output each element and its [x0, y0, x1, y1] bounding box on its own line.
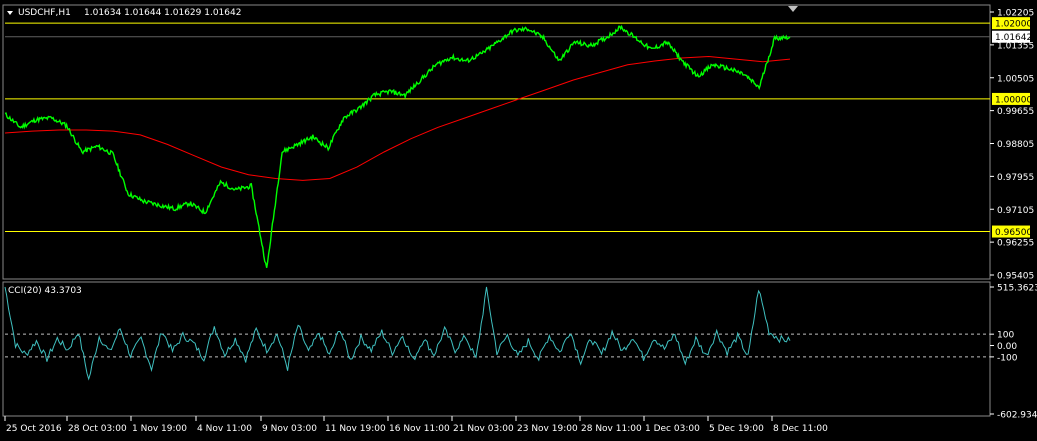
price-level-tag-label: 0.96500 — [995, 228, 1032, 238]
price-level-tag-label: 1.02000 — [995, 20, 1032, 30]
x-axis-tick-label: 28 Oct 03:00 — [68, 424, 127, 434]
chart: USDCHF,H1 1.01634 1.01644 1.01629 1.0164… — [0, 0, 1037, 441]
price-axis-tick-label: 1.01355 — [997, 41, 1034, 51]
x-axis-tick-label: 4 Nov 11:00 — [197, 424, 252, 434]
x-axis-tick-label: 9 Nov 03:00 — [262, 424, 317, 434]
price-axis-tick-label: 0.97955 — [997, 173, 1034, 183]
price-axis-tick-label: 0.97105 — [997, 206, 1034, 216]
x-axis-tick-label: 11 Nov 19:00 — [325, 424, 386, 434]
x-axis-tick-label: 25 Oct 2016 — [6, 424, 62, 434]
cci-axis-tick-label: -602.9342 — [997, 411, 1037, 421]
price-axis-tick-label: 1.00505 — [997, 74, 1034, 84]
price-axis-tick-label: 0.99655 — [997, 107, 1034, 117]
cci-label: CCI(20) 43.3703 — [8, 286, 82, 296]
cci-axis-tick-label: -100 — [997, 353, 1018, 363]
cci-axis-tick-label: 100 — [997, 331, 1014, 341]
cci-axis-tick-label: 515.3623 — [997, 284, 1037, 294]
x-axis-tick-label: 5 Dec 19:00 — [709, 424, 764, 434]
x-axis-tick-label: 1 Dec 03:00 — [645, 424, 700, 434]
price-axis-tick-label: 1.02205 — [997, 9, 1034, 19]
price-axis-tick-label: 0.95405 — [997, 272, 1034, 282]
x-axis-tick-label: 23 Nov 19:00 — [517, 424, 578, 434]
x-axis-tick-label: 21 Nov 03:00 — [453, 424, 514, 434]
x-axis-tick-label: 8 Dec 11:00 — [773, 424, 828, 434]
x-axis-tick-label: 28 Nov 11:00 — [581, 424, 642, 434]
price-level-tag-label: 1.00000 — [995, 95, 1032, 105]
ohlc-label: 1.01634 1.01644 1.01629 1.01642 — [84, 8, 241, 18]
chart-background — [0, 0, 1037, 441]
symbol-label: USDCHF,H1 — [18, 8, 71, 18]
x-axis-tick-label: 16 Nov 11:00 — [389, 424, 450, 434]
price-axis-tick-label: 0.96255 — [997, 239, 1034, 249]
x-axis-tick-label: 1 Nov 19:00 — [132, 424, 187, 434]
price-axis-tick-label: 0.98805 — [997, 140, 1034, 150]
cci-axis-tick-label: 0.00 — [997, 342, 1017, 352]
